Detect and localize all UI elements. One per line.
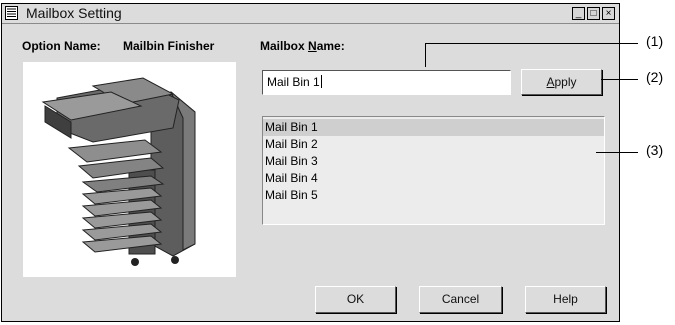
window-title: Mailbox Setting — [26, 5, 122, 21]
callout-label-3: (3) — [646, 142, 664, 158]
callout-line-3 — [596, 152, 638, 153]
list-item[interactable]: Mail Bin 2 — [263, 136, 604, 153]
list-item[interactable]: Mail Bin 4 — [263, 170, 604, 187]
text-caret — [320, 75, 322, 88]
option-name-label: Option Name: — [22, 39, 101, 53]
callout-label-1: (1) — [646, 33, 664, 49]
ok-button[interactable]: OK — [315, 286, 396, 313]
apply-button[interactable]: Apply — [521, 69, 602, 95]
option-name-value: Mailbin Finisher — [123, 39, 215, 53]
cancel-button[interactable]: Cancel — [419, 286, 502, 313]
minimize-button[interactable]: _ — [572, 7, 585, 20]
list-item[interactable]: Mail Bin 5 — [263, 187, 604, 204]
mailbin-finisher-icon — [41, 77, 196, 266]
callout-line-1-vertical — [425, 43, 426, 67]
title-bar[interactable]: Mailbox Setting _ □ × — [2, 4, 619, 24]
help-button[interactable]: Help — [525, 286, 606, 313]
callout-line-1 — [425, 43, 638, 44]
callout-label-2: (2) — [646, 69, 664, 85]
mailbox-setting-window: Mailbox Setting _ □ × Option Name: Mailb… — [1, 3, 620, 322]
window-menu-icon[interactable] — [5, 6, 18, 20]
mailbox-name-input-text: Mail Bin 1 — [267, 75, 320, 89]
close-button[interactable]: × — [602, 7, 615, 20]
list-item[interactable]: Mail Bin 3 — [263, 153, 604, 170]
mailbox-list[interactable]: Mail Bin 1 Mail Bin 2 Mail Bin 3 Mail Bi… — [262, 116, 605, 225]
finisher-image — [23, 62, 236, 277]
callout-line-2 — [601, 79, 638, 80]
mailbox-name-input[interactable]: Mail Bin 1 — [262, 70, 511, 95]
maximize-button[interactable]: □ — [587, 7, 600, 20]
mailbox-name-label: Mailbox Name: — [260, 39, 345, 53]
list-item[interactable]: Mail Bin 1 — [263, 119, 604, 136]
